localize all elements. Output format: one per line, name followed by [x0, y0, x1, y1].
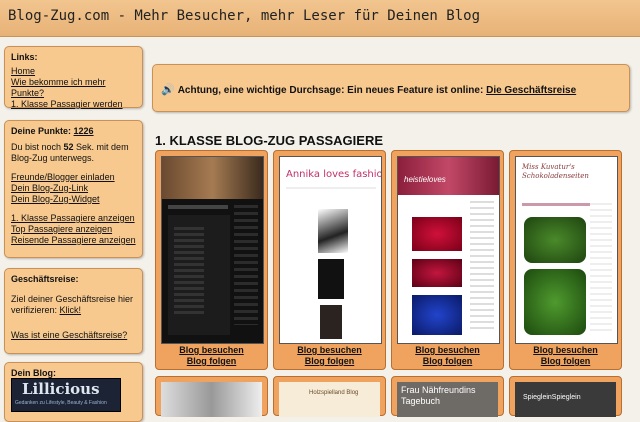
your-blog-box: Dein Blog: Lillicious Gedanken zu Lifest…	[4, 362, 143, 422]
blog-thumbnail-title: Miss Kuvatur's Schokoladenseiten	[522, 163, 589, 180]
visit-blog-link[interactable]: Blog besuchen	[179, 345, 244, 355]
follow-blog-link[interactable]: Blog folgen	[187, 356, 237, 366]
visit-blog-link[interactable]: Blog besuchen	[297, 345, 362, 355]
link-show-traveling[interactable]: Reisende Passagiere anzeigen	[11, 235, 136, 245]
blog-thumbnail-title: Annika loves fashion	[286, 169, 382, 180]
seconds-value: 52	[63, 142, 74, 152]
blog-card	[155, 376, 268, 417]
blog-thumbnail[interactable]: Miss Kuvatur's Schokoladenseiten	[515, 156, 618, 344]
blog-thumbnail[interactable]	[161, 382, 262, 417]
visit-blog-link[interactable]: Blog besuchen	[533, 345, 598, 355]
link-home[interactable]: Home	[11, 66, 35, 76]
announcement-box: 🔊 Achtung, eine wichtige Durchsage: Ein n…	[152, 64, 630, 112]
follow-blog-link[interactable]: Blog folgen	[305, 356, 355, 366]
link-first-class[interactable]: 1. Klasse Passagier werden	[11, 99, 123, 109]
blog-thumbnail[interactable]: Holzspielland Blog	[279, 382, 380, 417]
follow-blog-link[interactable]: Blog folgen	[423, 356, 473, 366]
links-box: Links: Home Wie bekomme ich mehr Punkte?…	[4, 46, 143, 109]
blog-card: Annika loves fashion Blog besuchen Blog …	[273, 150, 386, 370]
blog-banner-subtitle: Gedanken zu Lifestyle, Beauty & Fashion	[15, 400, 107, 406]
verify-link[interactable]: Klick!	[60, 305, 82, 315]
blog-thumbnail[interactable]: Annika loves fashion	[279, 156, 382, 344]
site-title[interactable]: Blog-Zug.com - Mehr Besucher, mehr Leser…	[8, 8, 480, 24]
link-invite[interactable]: Freunde/Blogger einladen	[11, 172, 115, 182]
blog-card: Holzspielland Blog	[273, 376, 386, 417]
travel-status: Du bist noch 52 Sek. mit dem	[11, 142, 129, 152]
blog-thumbnail[interactable]: Frau Nähfreundins Tagebuch	[397, 382, 498, 417]
follow-blog-link[interactable]: Blog folgen	[541, 356, 591, 366]
what-is-business-trip-link[interactable]: Was ist eine Geschäftsreise?	[11, 330, 127, 340]
blog-thumbnail[interactable]: SpiegleinSpieglein	[515, 382, 616, 417]
blog-thumbnail-title: Frau Nähfreundins Tagebuch	[401, 385, 476, 406]
blog-card: Frau Nähfreundins Tagebuch	[391, 376, 504, 417]
blog-thumbnail[interactable]	[161, 156, 264, 344]
link-show-top[interactable]: Top Passagiere anzeigen	[11, 224, 112, 234]
your-blog-heading: Dein Blog:	[11, 368, 56, 378]
visit-blog-link[interactable]: Blog besuchen	[415, 345, 480, 355]
blog-thumbnail-title: heistieloves	[404, 175, 446, 184]
blog-card: heistieloves Blog besuchen Blog folgen	[391, 150, 504, 370]
announcement-text: 🔊 Achtung, eine wichtige Durchsage: Ein n…	[161, 84, 577, 96]
link-blogzug-widget[interactable]: Dein Blog-Zug-Widget	[11, 194, 100, 204]
business-trip-text: Ziel deiner Geschäftsreise hier	[11, 294, 134, 304]
points-heading: Deine Punkte: 1226	[11, 126, 136, 136]
points-value[interactable]: 1226	[74, 126, 94, 136]
blog-thumbnail[interactable]: heistieloves	[397, 156, 500, 344]
blog-thumbnail-title: SpiegleinSpieglein	[523, 394, 581, 401]
business-trip-heading: Geschäftsreise:	[11, 274, 79, 284]
blog-card: Miss Kuvatur's Schokoladenseiten Blog be…	[509, 150, 622, 370]
link-blogzug-link[interactable]: Dein Blog-Zug-Link	[11, 183, 88, 193]
links-heading: Links:	[11, 52, 38, 62]
business-trip-box: Geschäftsreise: Ziel deiner Geschäftsrei…	[4, 268, 143, 354]
blog-thumbnail-title: Holzspielland Blog	[309, 390, 359, 396]
travel-status-line2: Blog-Zug unterwegs.	[11, 153, 95, 163]
points-label: Deine Punkte:	[11, 126, 72, 136]
blog-card: Blog besuchen Blog folgen	[155, 150, 268, 370]
business-trip-feature-link[interactable]: Die Geschäftsreise	[486, 85, 576, 96]
link-more-points[interactable]: Wie bekomme ich mehr Punkte?	[11, 77, 106, 98]
points-box: Deine Punkte: 1226 Du bist noch 52 Sek. …	[4, 120, 143, 258]
site-header: Blog-Zug.com - Mehr Besucher, mehr Leser…	[0, 0, 640, 37]
section-title: 1. KLASSE BLOG-ZUG PASSAGIERE	[155, 133, 384, 148]
blog-banner-title: Lillicious	[22, 380, 100, 398]
blog-card: SpiegleinSpieglein	[509, 376, 622, 417]
business-trip-text2: verifizieren: Klick!	[11, 305, 82, 315]
blog-banner[interactable]: Lillicious Gedanken zu Lifestyle, Beauty…	[11, 378, 121, 412]
speaker-icon: 🔊	[161, 84, 175, 96]
link-show-first-class[interactable]: 1. Klasse Passagiere anzeigen	[11, 213, 135, 223]
